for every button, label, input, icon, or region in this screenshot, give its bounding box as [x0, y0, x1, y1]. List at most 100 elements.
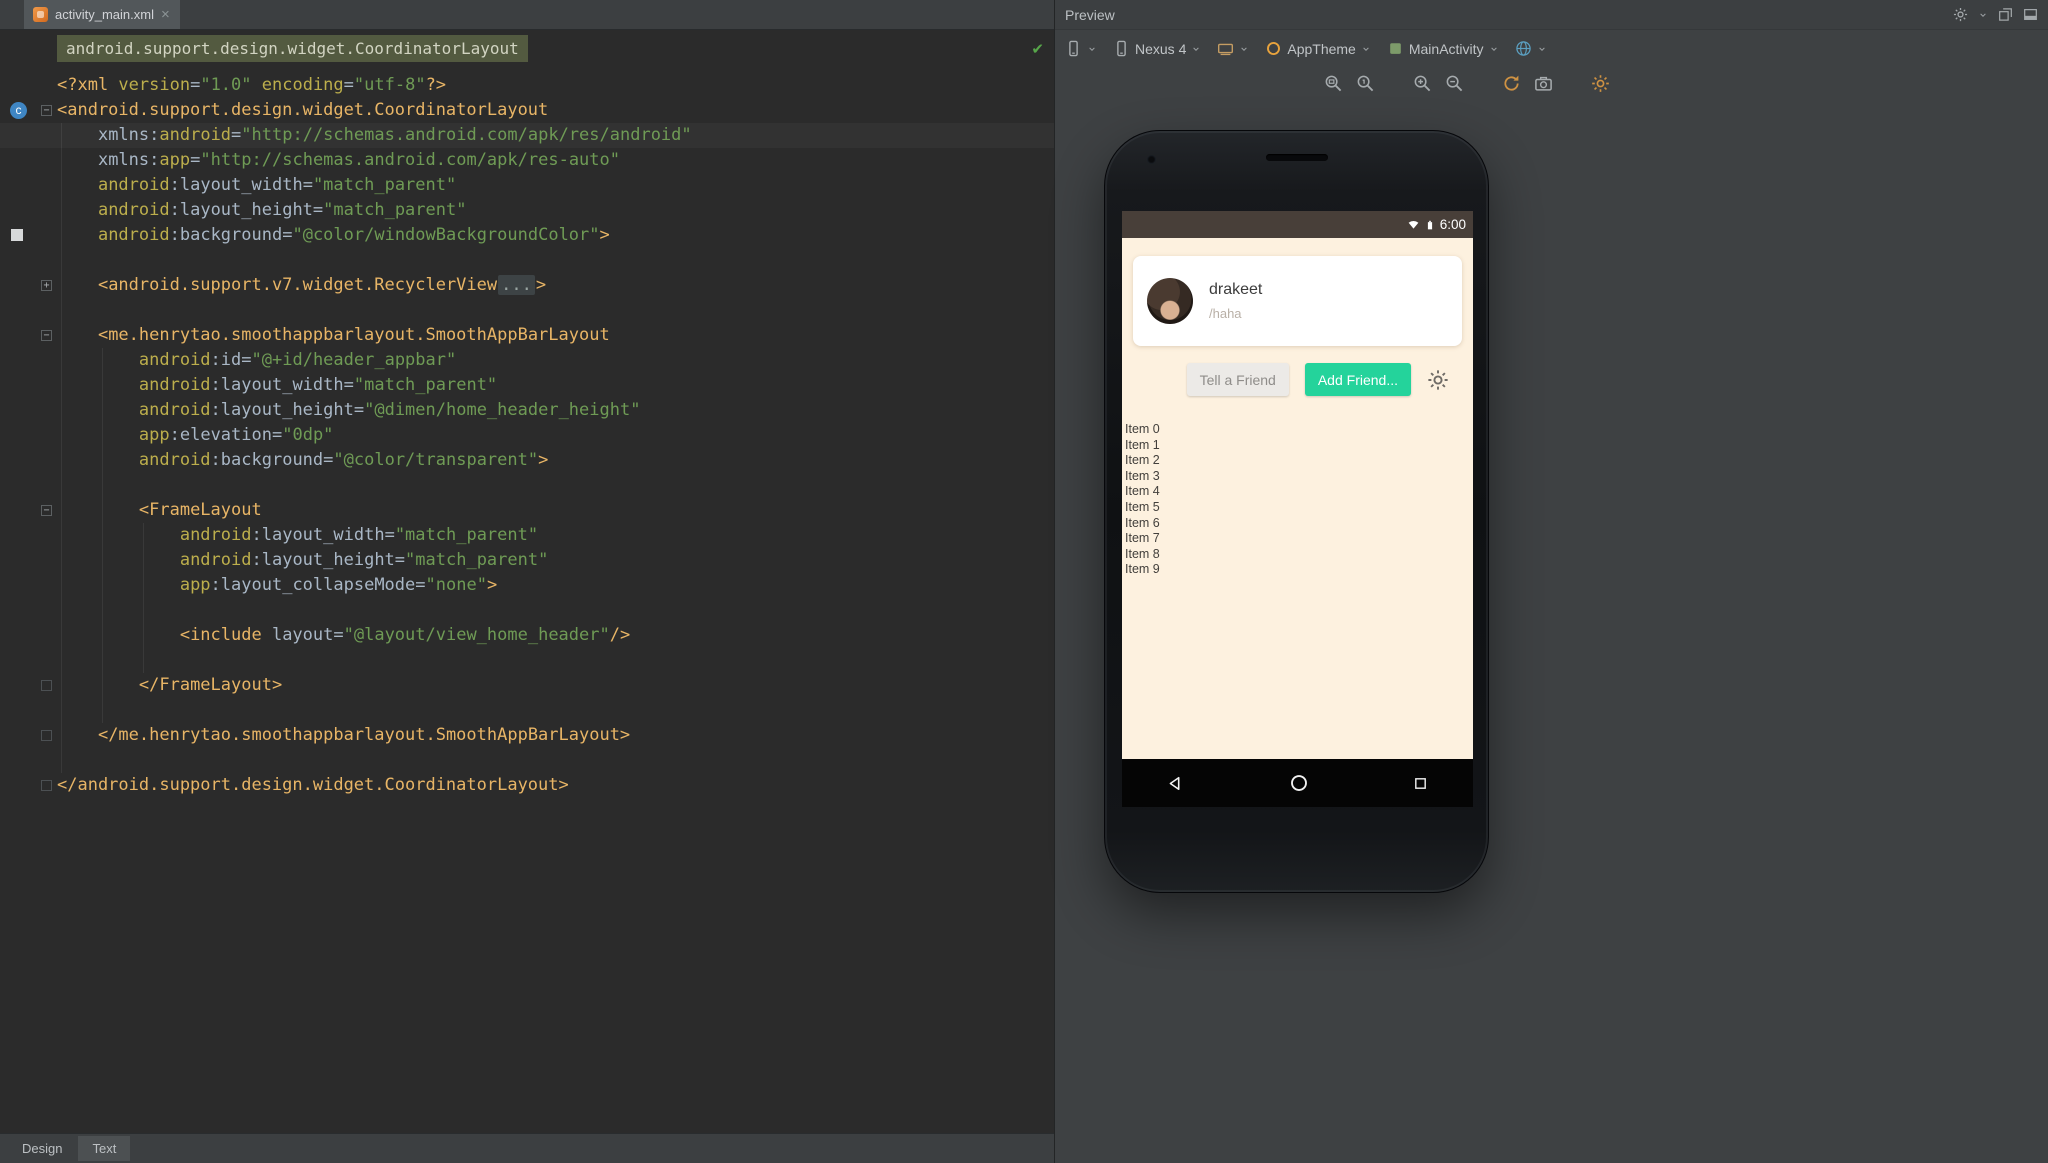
settings-gear-icon[interactable]	[1427, 369, 1449, 391]
code-line[interactable]: android:id="@+id/header_appbar"	[0, 348, 1054, 373]
list-item[interactable]: Item 9	[1125, 562, 1473, 578]
recents-icon[interactable]	[1413, 776, 1428, 791]
activity-selector[interactable]: MainActivity	[1387, 40, 1499, 57]
code-line[interactable]: android:background="@color/transparent">	[0, 448, 1054, 473]
code-line[interactable]	[0, 648, 1054, 673]
zoom-fit-icon[interactable]	[1324, 74, 1343, 93]
code-line[interactable]: <include layout="@layout/view_home_heade…	[0, 623, 1054, 648]
globe-icon	[1515, 40, 1532, 57]
class-icon[interactable]: c	[10, 102, 27, 119]
gear-icon[interactable]	[1953, 7, 1968, 22]
zoom-out-icon[interactable]	[1445, 74, 1464, 93]
activity-label: MainActivity	[1408, 40, 1484, 57]
gutter	[0, 573, 57, 598]
breadcrumb[interactable]: android.support.design.widget.Coordinato…	[57, 35, 528, 62]
back-icon[interactable]	[1167, 775, 1184, 792]
chevron-down-icon[interactable]	[1978, 10, 1988, 20]
code-line[interactable]	[0, 598, 1054, 623]
tell-a-friend-button[interactable]: Tell a Friend	[1186, 363, 1289, 396]
code-line[interactable]: </FrameLayout>	[0, 673, 1054, 698]
gutter	[0, 598, 57, 623]
list-item[interactable]: Item 5	[1125, 500, 1473, 516]
tab-activity-main-xml[interactable]: activity_main.xml ×	[24, 0, 180, 29]
camera-icon[interactable]	[1534, 74, 1553, 93]
code-line[interactable]: + <android.support.v7.widget.RecyclerVie…	[0, 273, 1054, 298]
device-config-icon	[1065, 40, 1082, 57]
gutter	[0, 648, 57, 673]
list-item[interactable]: Item 8	[1125, 547, 1473, 563]
theme-icon	[1265, 40, 1282, 57]
profile-card[interactable]: drakeet /haha	[1133, 256, 1462, 346]
gutter	[0, 523, 57, 548]
fold-marker[interactable]	[41, 730, 52, 741]
config-selector[interactable]	[1065, 40, 1097, 57]
code-text: <android.support.design.widget.Coordinat…	[57, 100, 549, 120]
gutter	[0, 548, 57, 573]
code-line[interactable]: android:layout_width="match_parent"	[0, 523, 1054, 548]
gutter: c −	[0, 98, 57, 123]
tab-design[interactable]: Design	[8, 1136, 76, 1161]
list-item[interactable]: Item 2	[1125, 453, 1473, 469]
code-text: android:layout_width="match_parent"	[179, 525, 539, 545]
code-line[interactable]: app:layout_collapseMode="none">	[0, 573, 1054, 598]
chevron-down-icon	[1361, 44, 1371, 54]
code-line[interactable]: <?xml version="1.0" encoding="utf-8"?>	[0, 73, 1054, 98]
render-settings-icon[interactable]	[1591, 74, 1610, 93]
list-item[interactable]: Item 0	[1125, 422, 1473, 438]
close-tab-icon[interactable]: ×	[161, 7, 170, 22]
code-line[interactable]: android:layout_width="match_parent"	[0, 173, 1054, 198]
code-line[interactable]	[0, 298, 1054, 323]
code-line[interactable]	[0, 698, 1054, 723]
code-line[interactable]: android:background="@color/windowBackgro…	[0, 223, 1054, 248]
locale-selector[interactable]	[1515, 40, 1547, 57]
chevron-down-icon	[1239, 44, 1249, 54]
theme-selector[interactable]: AppTheme	[1265, 40, 1370, 57]
list-item[interactable]: Item 3	[1125, 469, 1473, 485]
fold-marker[interactable]: −	[41, 505, 52, 516]
float-icon[interactable]	[1998, 7, 2013, 22]
device-selector[interactable]: Nexus 4	[1113, 40, 1201, 57]
panel-controls	[1953, 7, 2038, 22]
list-item[interactable]: Item 4	[1125, 484, 1473, 500]
list-item[interactable]: Item 1	[1125, 438, 1473, 454]
refresh-icon[interactable]	[1502, 74, 1521, 93]
home-icon[interactable]	[1289, 773, 1309, 793]
code-line[interactable]: android:layout_height="@dimen/home_heade…	[0, 398, 1054, 423]
orientation-selector[interactable]	[1217, 40, 1249, 57]
list-item[interactable]: Item 6	[1125, 516, 1473, 532]
code-line[interactable]: android:layout_height="match_parent"	[0, 198, 1054, 223]
fold-marker[interactable]: −	[41, 330, 52, 341]
gutter	[0, 748, 57, 773]
code-line[interactable]: xmlns:android="http://schemas.android.co…	[0, 123, 1054, 148]
code-line[interactable]: android:layout_height="match_parent"	[0, 548, 1054, 573]
chevron-down-icon	[1191, 44, 1201, 54]
add-friend-button[interactable]: Add Friend...	[1304, 363, 1411, 396]
code-area[interactable]: <?xml version="1.0" encoding="utf-8"?> c −…	[0, 67, 1054, 798]
device-screen[interactable]: 6:00 drakeet /haha Tell a Friend Add Fri…	[1122, 211, 1473, 807]
zoom-in-icon[interactable]	[1413, 74, 1432, 93]
indent-guide	[102, 348, 103, 723]
zoom-actual-icon[interactable]	[1356, 74, 1375, 93]
code-line[interactable]	[0, 248, 1054, 273]
code-line[interactable]: app:elevation="0dp"	[0, 423, 1054, 448]
code-line[interactable]: − <FrameLayout	[0, 498, 1054, 523]
code-line[interactable]	[0, 748, 1054, 773]
fold-marker[interactable]: +	[41, 280, 52, 291]
code-line[interactable]: android:layout_width="match_parent"	[0, 373, 1054, 398]
fold-marker[interactable]	[41, 680, 52, 691]
tab-text[interactable]: Text	[78, 1136, 131, 1161]
phone-icon	[1113, 40, 1130, 57]
inspection-check-icon[interactable]: ✔	[1031, 40, 1044, 58]
code-line[interactable]	[0, 473, 1054, 498]
code-line[interactable]: </android.support.design.widget.Coordina…	[0, 773, 1054, 798]
code-line[interactable]: </me.henrytao.smoothappbarlayout.SmoothA…	[0, 723, 1054, 748]
wifi-icon	[1407, 218, 1420, 231]
hide-icon[interactable]	[2023, 7, 2038, 22]
gutter	[0, 148, 57, 173]
list-item[interactable]: Item 7	[1125, 531, 1473, 547]
code-line[interactable]: xmlns:app="http://schemas.android.com/ap…	[0, 148, 1054, 173]
code-line[interactable]: − <me.henrytao.smoothappbarlayout.Smooth…	[0, 323, 1054, 348]
code-line[interactable]: c − <android.support.design.widget.Coordin…	[0, 98, 1054, 123]
fold-marker[interactable]	[41, 780, 52, 791]
fold-marker[interactable]: −	[41, 105, 52, 116]
